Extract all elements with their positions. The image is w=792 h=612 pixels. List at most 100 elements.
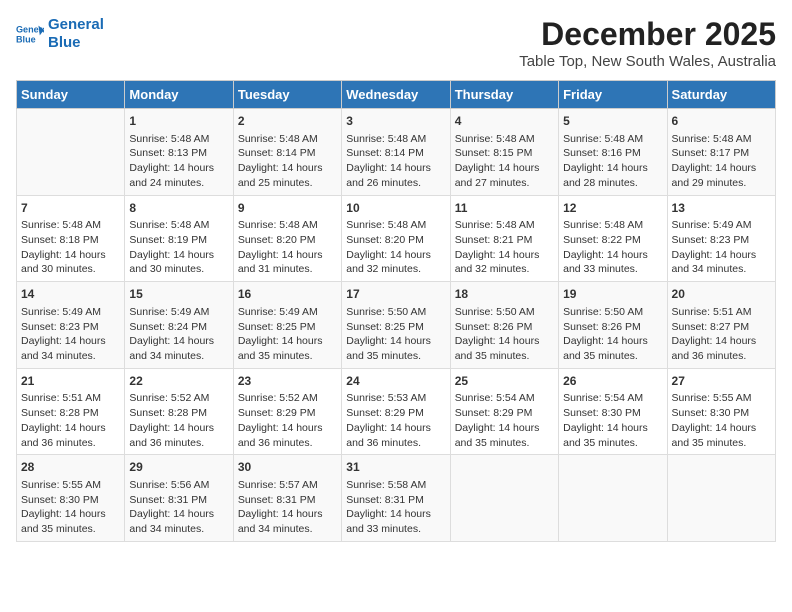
cell-line: Daylight: 14 hours [563, 421, 662, 436]
calendar-cell: 21Sunrise: 5:51 AMSunset: 8:28 PMDayligh… [17, 368, 125, 455]
cell-line: and 35 minutes. [672, 436, 771, 451]
day-number: 14 [21, 286, 120, 303]
cell-line: Daylight: 14 hours [672, 248, 771, 263]
cell-line: and 35 minutes. [238, 349, 337, 364]
calendar-week-3: 14Sunrise: 5:49 AMSunset: 8:23 PMDayligh… [17, 282, 776, 369]
day-number: 19 [563, 286, 662, 303]
cell-line: and 35 minutes. [563, 436, 662, 451]
cell-line: Daylight: 14 hours [21, 334, 120, 349]
cell-line: Sunset: 8:23 PM [21, 320, 120, 335]
day-number: 17 [346, 286, 445, 303]
cell-line: Daylight: 14 hours [346, 248, 445, 263]
cell-line: and 34 minutes. [21, 349, 120, 364]
calendar-cell: 18Sunrise: 5:50 AMSunset: 8:26 PMDayligh… [450, 282, 558, 369]
cell-line: Sunset: 8:18 PM [21, 233, 120, 248]
day-number: 8 [129, 200, 228, 217]
calendar-cell: 16Sunrise: 5:49 AMSunset: 8:25 PMDayligh… [233, 282, 341, 369]
cell-line: Sunset: 8:30 PM [563, 406, 662, 421]
day-number: 15 [129, 286, 228, 303]
cell-line: Daylight: 14 hours [455, 161, 554, 176]
calendar-cell: 27Sunrise: 5:55 AMSunset: 8:30 PMDayligh… [667, 368, 775, 455]
cell-line: Sunrise: 5:49 AM [129, 305, 228, 320]
calendar-cell: 23Sunrise: 5:52 AMSunset: 8:29 PMDayligh… [233, 368, 341, 455]
day-number: 23 [238, 373, 337, 390]
day-number: 24 [346, 373, 445, 390]
cell-line: Sunset: 8:31 PM [346, 493, 445, 508]
cell-line: and 24 minutes. [129, 176, 228, 191]
day-number: 7 [21, 200, 120, 217]
cell-line: and 35 minutes. [455, 436, 554, 451]
cell-line: Sunset: 8:19 PM [129, 233, 228, 248]
cell-line: and 36 minutes. [21, 436, 120, 451]
cell-line: Daylight: 14 hours [238, 334, 337, 349]
cell-line: Daylight: 14 hours [455, 248, 554, 263]
cell-line: Sunset: 8:28 PM [21, 406, 120, 421]
cell-line: Sunrise: 5:48 AM [238, 132, 337, 147]
calendar-cell: 19Sunrise: 5:50 AMSunset: 8:26 PMDayligh… [559, 282, 667, 369]
cell-line: Sunset: 8:15 PM [455, 146, 554, 161]
calendar-cell: 7Sunrise: 5:48 AMSunset: 8:18 PMDaylight… [17, 195, 125, 282]
svg-text:Blue: Blue [16, 34, 36, 44]
cell-line: Sunrise: 5:49 AM [21, 305, 120, 320]
cell-line: Sunset: 8:24 PM [129, 320, 228, 335]
calendar-cell: 24Sunrise: 5:53 AMSunset: 8:29 PMDayligh… [342, 368, 450, 455]
day-number: 20 [672, 286, 771, 303]
cell-line: Daylight: 14 hours [672, 161, 771, 176]
cell-line: Daylight: 14 hours [238, 421, 337, 436]
cell-line: and 32 minutes. [455, 262, 554, 277]
cell-line: Sunrise: 5:48 AM [563, 218, 662, 233]
calendar-cell: 17Sunrise: 5:50 AMSunset: 8:25 PMDayligh… [342, 282, 450, 369]
calendar-cell: 11Sunrise: 5:48 AMSunset: 8:21 PMDayligh… [450, 195, 558, 282]
cell-line: Sunrise: 5:48 AM [563, 132, 662, 147]
calendar-cell: 4Sunrise: 5:48 AMSunset: 8:15 PMDaylight… [450, 109, 558, 196]
day-number: 9 [238, 200, 337, 217]
header: General Blue General Blue December 2025 … [16, 16, 776, 70]
subtitle: Table Top, New South Wales, Australia [519, 53, 776, 70]
cell-line: Daylight: 14 hours [238, 161, 337, 176]
calendar-cell: 5Sunrise: 5:48 AMSunset: 8:16 PMDaylight… [559, 109, 667, 196]
cell-line: Sunrise: 5:48 AM [346, 218, 445, 233]
calendar-cell: 1Sunrise: 5:48 AMSunset: 8:13 PMDaylight… [125, 109, 233, 196]
cell-line: Daylight: 14 hours [346, 421, 445, 436]
calendar-cell: 26Sunrise: 5:54 AMSunset: 8:30 PMDayligh… [559, 368, 667, 455]
cell-line: and 30 minutes. [129, 262, 228, 277]
cell-line: Sunset: 8:29 PM [455, 406, 554, 421]
cell-line: Daylight: 14 hours [21, 421, 120, 436]
cell-line: and 28 minutes. [563, 176, 662, 191]
cell-line: Sunset: 8:29 PM [346, 406, 445, 421]
cell-line: Sunrise: 5:48 AM [455, 218, 554, 233]
day-number: 5 [563, 113, 662, 130]
day-number: 31 [346, 459, 445, 476]
cell-line: and 36 minutes. [672, 349, 771, 364]
cell-line: Sunset: 8:26 PM [563, 320, 662, 335]
cell-line: Sunrise: 5:48 AM [238, 218, 337, 233]
calendar-cell: 3Sunrise: 5:48 AMSunset: 8:14 PMDaylight… [342, 109, 450, 196]
cell-line: Sunset: 8:30 PM [21, 493, 120, 508]
calendar-week-2: 7 Sunrise: 5:48 AM Sunset: 8:18 PM Daylight… [17, 195, 776, 282]
day-number: 26 [563, 373, 662, 390]
cell-line: Sunrise: 5:48 AM [129, 132, 228, 147]
cell-line: Sunrise: 5:49 AM [672, 218, 771, 233]
cell-line: Sunset: 8:21 PM [455, 233, 554, 248]
title-block: December 2025 Table Top, New South Wales… [519, 16, 776, 70]
day-number: 11 [455, 200, 554, 217]
calendar-cell: 12Sunrise: 5:48 AMSunset: 8:22 PMDayligh… [559, 195, 667, 282]
cell-line: Sunrise: 5:51 AM [21, 391, 120, 406]
cell-line: and 33 minutes. [563, 262, 662, 277]
calendar-cell: 10Sunrise: 5:48 AMSunset: 8:20 PMDayligh… [342, 195, 450, 282]
column-header-saturday: Saturday [667, 81, 775, 109]
cell-line: Daylight: 14 hours [238, 248, 337, 263]
day-number: 6 [672, 113, 771, 130]
cell-line: Sunrise: 5:55 AM [21, 478, 120, 493]
cell-line: and 25 minutes. [238, 176, 337, 191]
day-number: 4 [455, 113, 554, 130]
cell-line: and 34 minutes. [129, 349, 228, 364]
day-number: 3 [346, 113, 445, 130]
cell-line: and 27 minutes. [455, 176, 554, 191]
cell-line: and 26 minutes. [346, 176, 445, 191]
cell-line: Sunrise: 5:57 AM [238, 478, 337, 493]
calendar-cell: 14 Sunrise: 5:49 AMSunset: 8:23 PMDayligh… [17, 282, 125, 369]
day-number: 1 [129, 113, 228, 130]
cell-line: Sunset: 8:16 PM [563, 146, 662, 161]
cell-line: Sunset: 8:31 PM [238, 493, 337, 508]
